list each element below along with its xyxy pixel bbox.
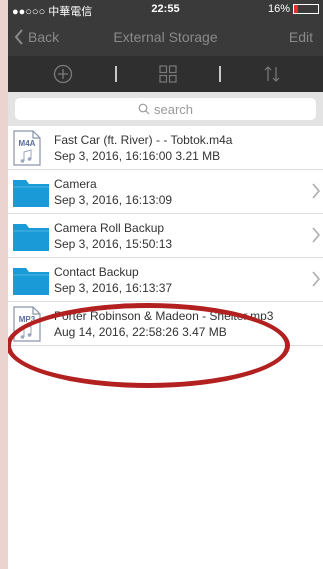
search-icon bbox=[138, 103, 150, 115]
search-input[interactable]: search bbox=[15, 98, 316, 120]
battery-percent: 16% bbox=[267, 3, 290, 15]
chevron-right-icon bbox=[312, 227, 320, 243]
file-name: Porter Robinson & Madeon - Shelter.mp3 bbox=[54, 309, 274, 323]
toolbar-divider bbox=[219, 66, 221, 82]
toolbar bbox=[8, 56, 323, 92]
file-meta: Sep 3, 2016, 16:16:00 3.21 MB bbox=[54, 149, 221, 163]
mp3-file-icon: MP3 bbox=[13, 306, 41, 342]
sort-button[interactable] bbox=[262, 64, 282, 89]
sort-icon bbox=[264, 66, 280, 82]
file-name: Fast Car (ft. River) - - Tobtok.m4a bbox=[54, 133, 233, 147]
toolbar-divider bbox=[115, 66, 117, 82]
folder-row[interactable]: Camera Sep 3, 2016, 16:13:09 bbox=[8, 170, 323, 214]
file-row[interactable]: M4A Fast Car (ft. River) - - Tobtok.m4a … bbox=[8, 126, 323, 170]
file-meta: Aug 14, 2016, 22:58:26 3.47 MB bbox=[54, 325, 227, 339]
folder-row[interactable]: Camera Roll Backup Sep 3, 2016, 15:50:13 bbox=[8, 214, 323, 258]
folder-icon bbox=[13, 224, 49, 251]
m4a-file-icon: M4A bbox=[13, 130, 41, 166]
add-button[interactable] bbox=[53, 64, 73, 89]
chevron-right-icon bbox=[312, 183, 320, 199]
file-type-badge: MP3 bbox=[19, 315, 36, 324]
folder-name: Camera Roll Backup bbox=[54, 221, 165, 235]
folder-icon bbox=[13, 268, 49, 295]
file-list: M4A Fast Car (ft. River) - - Tobtok.m4a … bbox=[8, 126, 323, 546]
edit-button[interactable]: Edit bbox=[289, 29, 313, 45]
status-bar: ●●○○○ 中華電信 22:55 16% bbox=[8, 0, 323, 18]
folder-meta: Sep 3, 2016, 16:13:09 bbox=[54, 193, 173, 207]
file-row[interactable]: MP3 Porter Robinson & Madeon - Shelter.m… bbox=[8, 302, 323, 346]
page-title: External Storage bbox=[113, 29, 218, 45]
folder-meta: Sep 3, 2016, 16:13:37 bbox=[54, 281, 173, 295]
phone-screen: ●●○○○ 中華電信 22:55 16% Back External Stora… bbox=[8, 0, 323, 569]
folder-name: Contact Backup bbox=[54, 265, 139, 279]
empty-list-area bbox=[8, 346, 323, 546]
add-circle-icon bbox=[53, 64, 73, 84]
search-bar: search bbox=[8, 92, 323, 126]
battery-icon bbox=[293, 4, 319, 14]
folder-row[interactable]: Contact Backup Sep 3, 2016, 16:13:37 bbox=[8, 258, 323, 302]
folder-name: Camera bbox=[54, 177, 97, 191]
grid-view-button[interactable] bbox=[158, 64, 178, 89]
search-placeholder: search bbox=[153, 101, 194, 117]
battery-status: 16% bbox=[268, 3, 319, 15]
folder-meta: Sep 3, 2016, 15:50:13 bbox=[54, 237, 173, 251]
chevron-right-icon bbox=[312, 271, 320, 287]
nav-bar: Back External Storage Edit bbox=[8, 18, 323, 56]
file-type-badge: M4A bbox=[19, 139, 36, 148]
grid-icon bbox=[159, 65, 177, 83]
folder-icon bbox=[13, 180, 49, 207]
